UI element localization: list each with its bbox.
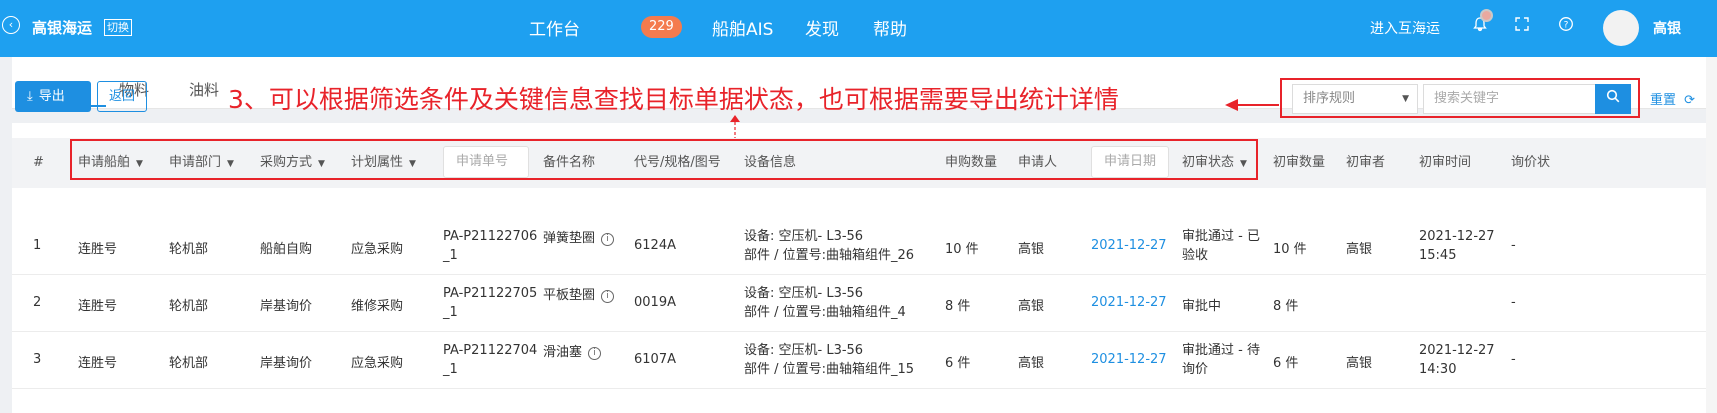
search-button[interactable] <box>1595 84 1631 114</box>
row-review-qty: 8 件 <box>1273 299 1299 314</box>
row-applicant: 高银 <box>1018 356 1045 371</box>
row-reviewer: 高银 <box>1346 356 1373 371</box>
row-part-name: 滑油塞 i <box>543 341 602 360</box>
annotation-text: 3、可以根据筛选条件及关键信息查找目标单据状态，也可根据需要导出统计详情 <box>228 85 1119 114</box>
fullscreen-icon[interactable] <box>1513 16 1531 34</box>
row-order-no[interactable]: PA-P21122705 _1 <box>443 284 537 322</box>
table-row[interactable]: 2 连胜号 轮机部 岸基询价 维修采购 PA-P21122705 _1 平板垫圈 i… <box>12 275 1717 332</box>
back-circle-icon[interactable]: ‹ <box>2 16 20 34</box>
nav-discover[interactable]: 发现 <box>805 15 839 40</box>
row-ship: 连胜号 <box>78 299 118 314</box>
row-reviewer: 高银 <box>1346 242 1373 257</box>
reset-label: 重置 <box>1650 93 1677 108</box>
row-order-no[interactable]: PA-P21122706 _1 <box>443 227 537 265</box>
switch-button[interactable]: 切换 <box>104 19 132 36</box>
row-dept: 轮机部 <box>169 242 209 257</box>
col-inquiry: 询价状 <box>1511 155 1551 170</box>
row-code: 6124A <box>634 238 676 253</box>
row-inquiry: - <box>1511 238 1516 253</box>
row-plan: 应急采购 <box>351 242 404 257</box>
row-review-status: 审批通过 - 待询价 <box>1182 343 1260 377</box>
row-purchase: 岸基询价 <box>260 299 313 314</box>
row-plan: 应急采购 <box>351 356 404 371</box>
row-applicant: 高银 <box>1018 299 1045 314</box>
row-dept: 轮机部 <box>169 356 209 371</box>
reset-button[interactable]: 重置 ⟳ <box>1650 89 1695 108</box>
info-icon[interactable]: i <box>601 290 615 303</box>
row-order-no[interactable]: PA-P21122704 _1 <box>443 341 537 379</box>
user-name[interactable]: 高银 <box>1653 18 1681 38</box>
tab-oil[interactable]: 油料 <box>189 79 219 100</box>
top-bar: ‹ 高银海运 切换 工作台 229 船舶AIS 发现 帮助 进入互海运 ? 高银 <box>0 0 1717 57</box>
col-review-time: 初审时间 <box>1419 155 1472 170</box>
row-inquiry: - <box>1511 295 1516 310</box>
row-review-qty: 6 件 <box>1273 356 1299 371</box>
table-row[interactable]: 1 连胜号 轮机部 船舶自购 应急采购 PA-P21122706 _1 弹簧垫圈 i… <box>12 218 1717 275</box>
svg-text:?: ? <box>1564 21 1569 31</box>
refresh-icon: ⟳ <box>1684 93 1696 108</box>
row-code: 0019A <box>634 295 676 310</box>
col-reviewer: 初审者 <box>1346 155 1386 170</box>
enter-huhaiyun-link[interactable]: 进入互海运 <box>1370 18 1440 38</box>
export-button[interactable]: ⤓ 导出 <box>15 81 91 112</box>
row-review-status: 审批通过 - 已验收 <box>1182 229 1260 263</box>
row-review-status: 审批中 <box>1182 299 1222 314</box>
sort-rule-select[interactable]: 排序规则 ▼ <box>1292 84 1418 114</box>
row-code: 6107A <box>634 352 676 367</box>
nav-help[interactable]: 帮助 <box>873 15 907 40</box>
row-quantity: 6 件 <box>945 356 971 371</box>
row-date[interactable]: 2021-12-27 <box>1091 238 1167 253</box>
caret-down-icon: ▼ <box>1402 94 1409 104</box>
info-icon[interactable]: i <box>588 347 602 360</box>
row-date[interactable]: 2021-12-27 <box>1091 352 1167 367</box>
row-dept: 轮机部 <box>169 299 209 314</box>
brand-name: 高银海运 <box>32 19 93 37</box>
row-purchase: 岸基询价 <box>260 356 313 371</box>
row-equipment: 设备: 空压机- L3-56 部件 / 位置号:曲轴箱组件_15 <box>744 343 915 377</box>
sort-rule-placeholder: 排序规则 <box>1303 91 1356 106</box>
row-part-name: 平板垫圈 i <box>543 284 615 303</box>
row-index: 3 <box>33 352 42 367</box>
row-inquiry: - <box>1511 352 1516 367</box>
row-equipment: 设备: 空压机- L3-56 部件 / 位置号:曲轴箱组件_26 <box>744 229 915 263</box>
help-icon[interactable]: ? <box>1557 16 1575 34</box>
nav-workbench[interactable]: 工作台 <box>529 15 580 40</box>
workbench-count-badge: 229 <box>641 16 682 38</box>
search-icon <box>1606 89 1620 103</box>
col-review-qty: 初审数量 <box>1273 155 1326 170</box>
row-equipment: 设备: 空压机- L3-56 部件 / 位置号:曲轴箱组件_4 <box>744 286 906 320</box>
row-review-time: 2021-12-27 15:45 <box>1419 229 1495 263</box>
back-button[interactable]: 返回 <box>97 81 147 112</box>
row-ship: 连胜号 <box>78 356 118 371</box>
filter-highlight-frame <box>70 139 1258 180</box>
table-row[interactable]: 3 连胜号 轮机部 岸基询价 应急采购 PA-P21122704 _1 滑油塞 i … <box>12 332 1717 389</box>
search-input[interactable]: 搜索关键字 <box>1423 84 1595 114</box>
row-index: 1 <box>33 238 42 253</box>
vertical-scrollbar[interactable] <box>1706 57 1717 413</box>
row-part-name: 弹簧垫圈 i <box>543 227 615 246</box>
row-review-time: 2021-12-27 14:30 <box>1419 343 1495 377</box>
row-quantity: 10 件 <box>945 242 979 257</box>
annotation-left-arrow-icon <box>1225 99 1279 111</box>
row-index: 2 <box>33 295 42 310</box>
row-date[interactable]: 2021-12-27 <box>1091 295 1167 310</box>
row-quantity: 8 件 <box>945 299 971 314</box>
row-review-qty: 10 件 <box>1273 242 1307 257</box>
download-icon: ⤓ <box>27 89 33 104</box>
nav-ship-ais[interactable]: 船舶AIS <box>712 15 773 40</box>
notification-dot <box>1480 9 1493 22</box>
row-purchase: 船舶自购 <box>260 242 313 257</box>
row-plan: 维修采购 <box>351 299 404 314</box>
avatar[interactable] <box>1603 10 1639 46</box>
col-index: # <box>33 155 44 170</box>
row-ship: 连胜号 <box>78 242 118 257</box>
info-icon[interactable]: i <box>601 233 615 246</box>
export-label: 导出 <box>38 89 65 104</box>
row-applicant: 高银 <box>1018 242 1045 257</box>
